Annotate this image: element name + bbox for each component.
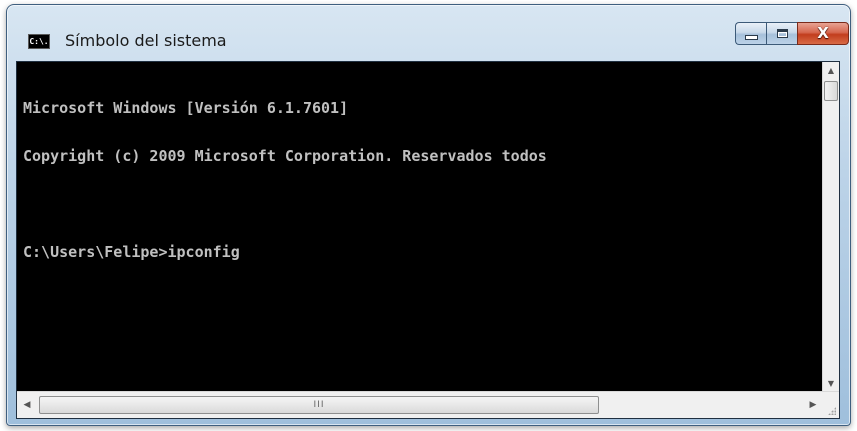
maximize-button[interactable] [766, 22, 797, 45]
scroll-up-arrow-icon[interactable]: ▲ [823, 62, 839, 79]
resize-grip[interactable] [821, 391, 839, 418]
minimize-icon [744, 35, 758, 40]
caption-buttons: X [735, 22, 849, 45]
console-output[interactable]: Microsoft Windows [Versión 6.1.7601] Cop… [23, 68, 821, 393]
close-button[interactable]: X [797, 22, 849, 45]
scroll-down-arrow-icon[interactable]: ▼ [823, 375, 839, 392]
minimize-button[interactable] [735, 22, 766, 45]
console-icon[interactable]: C:\. [28, 34, 50, 49]
vertical-scroll-thumb[interactable] [824, 81, 838, 101]
horizontal-scrollbar[interactable]: ◀ III ▶ [17, 391, 823, 418]
title-bar[interactable]: C:\. Símbolo del sistema X [7, 5, 850, 62]
horizontal-scroll-thumb[interactable]: III [39, 396, 599, 414]
console-prompt-line: C:\Users\Felipe>ipconfig [23, 243, 240, 261]
maximize-icon [776, 29, 788, 38]
scroll-left-arrow-icon[interactable]: ◀ [17, 392, 37, 418]
console-area[interactable]: Microsoft Windows [Versión 6.1.7601] Cop… [16, 61, 840, 419]
command-prompt-window: C:\. Símbolo del sistema X Microsoft Win… [6, 4, 851, 426]
scroll-right-arrow-icon[interactable]: ▶ [803, 392, 823, 418]
vertical-scrollbar[interactable]: ▲ ▼ [822, 62, 839, 392]
resize-grip-icon [828, 407, 836, 415]
console-line: Copyright (c) 2009 Microsoft Corporation… [23, 147, 547, 165]
console-line: Microsoft Windows [Versión 6.1.7601] [23, 99, 349, 117]
window-title: Símbolo del sistema [65, 31, 227, 50]
grip-icon: III [313, 399, 325, 410]
close-icon: X [817, 24, 829, 42]
